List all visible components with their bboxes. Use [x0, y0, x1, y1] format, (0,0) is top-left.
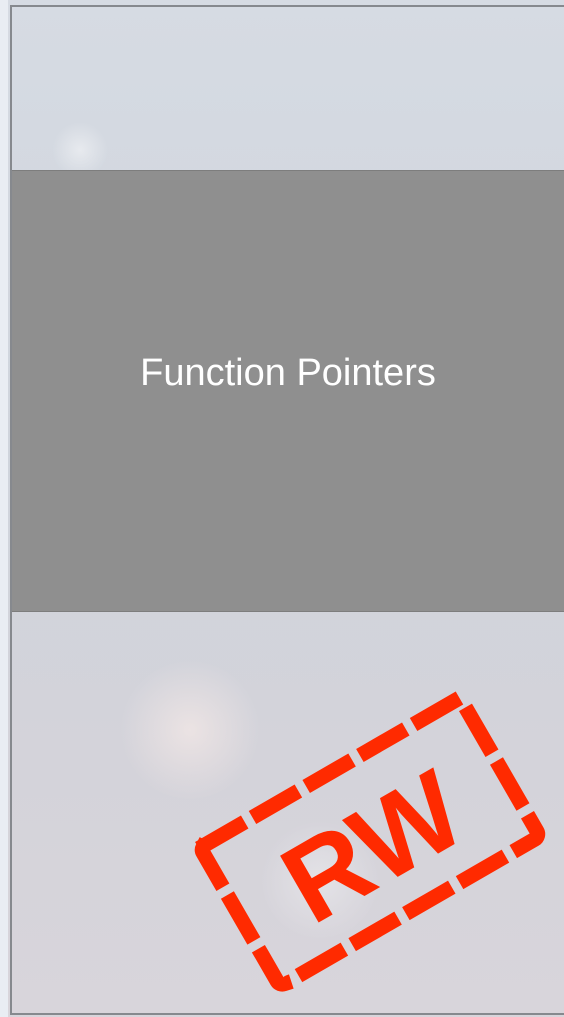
function-pointers-segment: Function Pointers [12, 170, 564, 612]
left-margin-strip [0, 0, 8, 1017]
diagram-canvas: Function Pointers RW [0, 0, 564, 1017]
segment-label: Function Pointers [140, 351, 436, 394]
